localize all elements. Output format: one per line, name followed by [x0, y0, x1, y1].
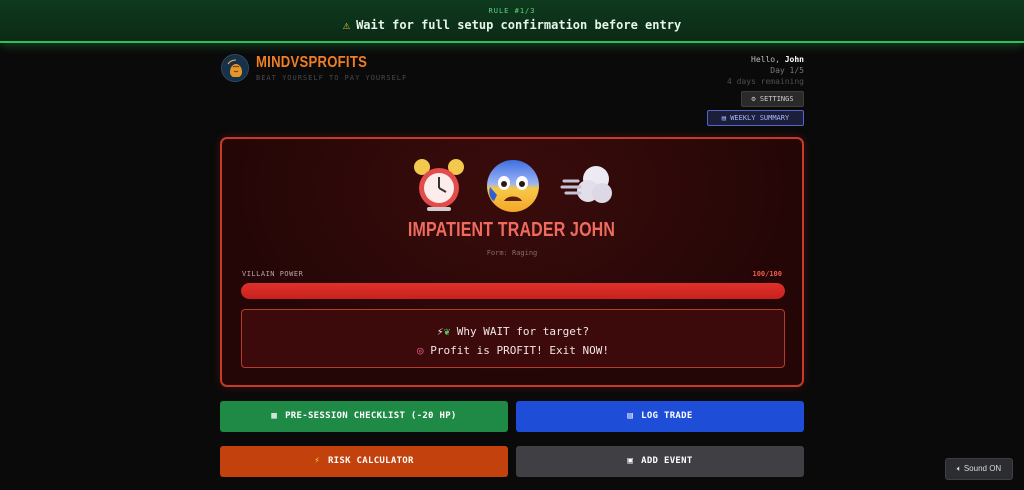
- user-greeting: Hello, John: [751, 55, 804, 64]
- villain-power-label: VILLAIN POWER: [242, 270, 304, 278]
- villain-taunt: ⚡❦ Why WAIT for target? ◎ Profit is PROF…: [241, 309, 785, 368]
- days-remaining: 4 days remaining: [726, 77, 804, 86]
- villain-name: IMPATIENT TRADER JOHN: [408, 219, 616, 241]
- brand-name: MINDVSPROFITS: [256, 54, 368, 71]
- dash-cloud-icon: [560, 166, 612, 203]
- villain-power-bar: [241, 283, 785, 299]
- user-name: John: [784, 55, 804, 64]
- rule-text-label: Wait for full setup confirmation before …: [356, 18, 682, 32]
- log-trade-label: LOG TRADE: [641, 411, 693, 421]
- add-event-label: ADD EVENT: [641, 456, 693, 466]
- sound-label: Sound ON: [963, 464, 1002, 473]
- warning-icon: ⚠: [342, 18, 351, 32]
- weekly-summary-button[interactable]: ▤ WEEKLY SUMMARY: [707, 110, 804, 126]
- user-info: Hello, John Day 1/5 4 days remaining: [727, 54, 804, 87]
- chart-icon: ▤: [627, 411, 634, 421]
- villain-card: IMPATIENT TRADER JOHN Form: Raging VILLA…: [220, 137, 804, 387]
- bar-chart-icon: ▤: [721, 114, 726, 122]
- alarm-clock-icon: [414, 159, 464, 211]
- money-wings-icon: ❦: [443, 325, 451, 338]
- anxious-face-icon: [487, 160, 539, 212]
- rule-text: ⚠ Wait for full setup confirmation before…: [0, 18, 1024, 32]
- add-event-button[interactable]: ▣ ADD EVENT: [516, 446, 804, 477]
- sound-toggle-button[interactable]: 🔈︎ Sound ON: [945, 458, 1013, 480]
- day-counter: Day 1/5: [770, 66, 804, 75]
- brain-logo-icon: [221, 54, 249, 82]
- villain-emojis: [222, 157, 802, 217]
- villain-form: Form: Raging: [486, 249, 538, 257]
- target-icon: ◎: [416, 344, 424, 357]
- pre-session-checklist-button[interactable]: ▦ PRE-SESSION CHECKLIST (-20 HP): [220, 401, 508, 432]
- calendar-icon: ▣: [627, 456, 634, 466]
- villain-power-fill: [241, 283, 785, 299]
- weekly-summary-label: WEEKLY SUMMARY: [730, 114, 790, 122]
- clipboard-icon: ▦: [271, 411, 278, 421]
- gear-icon: ⚙: [751, 95, 756, 103]
- rule-counter: RULE #1/3: [488, 7, 536, 15]
- villain-power-value: 100/100: [752, 270, 782, 278]
- lightning-icon: ⚡: [314, 456, 320, 466]
- log-trade-button[interactable]: ▤ LOG TRADE: [516, 401, 804, 432]
- rule-banner: RULE #1/3 ⚠ Wait for full setup confirmat…: [0, 0, 1024, 43]
- risk-calculator-button[interactable]: ⚡ RISK CALCULATOR: [220, 446, 508, 477]
- risk-calculator-label: RISK CALCULATOR: [327, 456, 414, 466]
- speaker-icon: 🔈︎: [956, 464, 962, 473]
- taunt-line-2: ◎ Profit is PROFIT! Exit NOW!: [416, 344, 610, 357]
- settings-label: SETTINGS: [759, 95, 794, 103]
- brand-tagline: BEAT YOURSELF TO PAY YOURSELF: [256, 74, 408, 82]
- taunt-line-1: ⚡❦ Why WAIT for target?: [436, 325, 590, 338]
- settings-button[interactable]: ⚙ SETTINGS: [741, 91, 804, 107]
- checklist-label: PRE-SESSION CHECKLIST (-20 HP): [285, 411, 457, 421]
